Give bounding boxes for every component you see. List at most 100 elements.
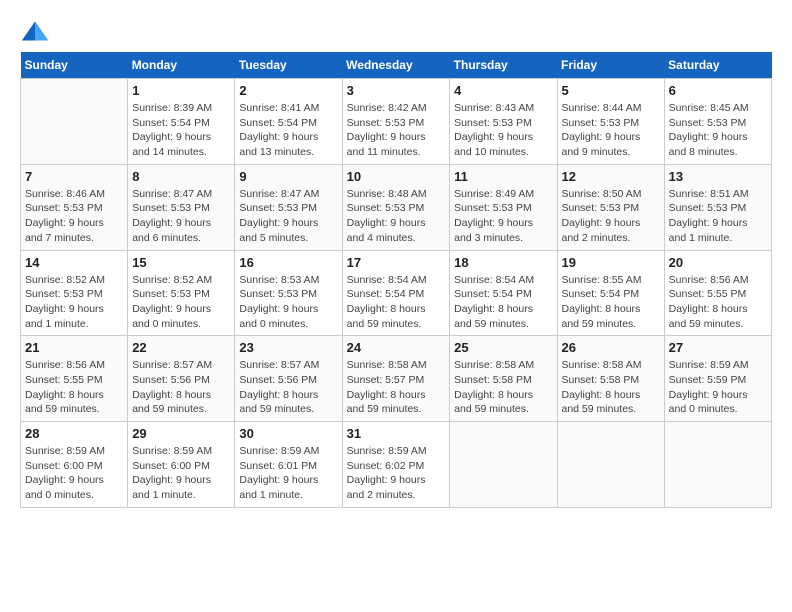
calendar-body: 1Sunrise: 8:39 AM Sunset: 5:54 PM Daylig… <box>21 79 772 508</box>
calendar-cell: 2 Sunrise: 8:41 AM Sunset: 5:54 PM Daylig… <box>235 79 342 165</box>
calendar-cell: 1Sunrise: 8:39 AM Sunset: 5:54 PM Daylig… <box>128 79 235 165</box>
calendar-cell: 18 Sunrise: 8:54 AM Sunset: 5:54 PM Dayli… <box>450 250 557 336</box>
day-info: Sunrise: 8:58 AM Sunset: 5:58 PM Dayligh… <box>454 358 552 417</box>
day-number: 19 <box>562 255 660 270</box>
day-number: 29 <box>132 426 230 441</box>
logo-icon <box>20 20 50 42</box>
calendar-cell: 16Sunrise: 8:53 AM Sunset: 5:53 PM Dayli… <box>235 250 342 336</box>
day-number: 15 <box>132 255 230 270</box>
calendar-cell: 24Sunrise: 8:58 AM Sunset: 5:57 PM Dayli… <box>342 336 450 422</box>
day-number: 4 <box>454 83 552 98</box>
calendar-table: SundayMondayTuesdayWednesdayThursdayFrid… <box>20 52 772 508</box>
day-number: 20 <box>669 255 767 270</box>
calendar-cell <box>450 422 557 508</box>
calendar-cell: 23 Sunrise: 8:57 AM Sunset: 5:56 PM Dayli… <box>235 336 342 422</box>
day-info: Sunrise: 8:55 AM Sunset: 5:54 PM Dayligh… <box>562 273 660 332</box>
calendar-week-row: 14 Sunrise: 8:52 AM Sunset: 5:53 PM Dayli… <box>21 250 772 336</box>
day-of-week-header: Monday <box>128 52 235 79</box>
logo <box>20 20 54 42</box>
day-info: Sunrise: 8:44 AM Sunset: 5:53 PM Dayligh… <box>562 101 660 160</box>
calendar-cell: 17 Sunrise: 8:54 AM Sunset: 5:54 PM Dayli… <box>342 250 450 336</box>
day-number: 30 <box>239 426 337 441</box>
calendar-cell: 10 Sunrise: 8:48 AM Sunset: 5:53 PM Dayli… <box>342 164 450 250</box>
calendar-cell: 21 Sunrise: 8:56 AM Sunset: 5:55 PM Dayli… <box>21 336 128 422</box>
day-number: 14 <box>25 255 123 270</box>
day-number: 11 <box>454 169 552 184</box>
calendar-cell: 11 Sunrise: 8:49 AM Sunset: 5:53 PM Dayli… <box>450 164 557 250</box>
day-info: Sunrise: 8:42 AM Sunset: 5:53 PM Dayligh… <box>347 101 446 160</box>
day-number: 6 <box>669 83 767 98</box>
day-number: 27 <box>669 340 767 355</box>
calendar-cell: 20 Sunrise: 8:56 AM Sunset: 5:55 PM Dayli… <box>664 250 771 336</box>
day-of-week-header: Wednesday <box>342 52 450 79</box>
page-header <box>20 20 772 42</box>
day-of-week-header: Thursday <box>450 52 557 79</box>
calendar-week-row: 1Sunrise: 8:39 AM Sunset: 5:54 PM Daylig… <box>21 79 772 165</box>
day-info: Sunrise: 8:48 AM Sunset: 5:53 PM Dayligh… <box>347 187 446 246</box>
calendar-week-row: 7 Sunrise: 8:46 AM Sunset: 5:53 PM Daylig… <box>21 164 772 250</box>
calendar-cell <box>664 422 771 508</box>
day-of-week-header: Friday <box>557 52 664 79</box>
day-number: 8 <box>132 169 230 184</box>
calendar-cell <box>21 79 128 165</box>
calendar-cell: 5 Sunrise: 8:44 AM Sunset: 5:53 PM Daylig… <box>557 79 664 165</box>
day-info: Sunrise: 8:57 AM Sunset: 5:56 PM Dayligh… <box>239 358 337 417</box>
day-number: 25 <box>454 340 552 355</box>
day-number: 2 <box>239 83 337 98</box>
day-number: 1 <box>132 83 230 98</box>
calendar-cell: 3 Sunrise: 8:42 AM Sunset: 5:53 PM Daylig… <box>342 79 450 165</box>
day-info: Sunrise: 8:52 AM Sunset: 5:53 PM Dayligh… <box>132 273 230 332</box>
day-info: Sunrise: 8:59 AM Sunset: 6:00 PM Dayligh… <box>25 444 123 503</box>
day-info: Sunrise: 8:41 AM Sunset: 5:54 PM Dayligh… <box>239 101 337 160</box>
calendar-cell: 14 Sunrise: 8:52 AM Sunset: 5:53 PM Dayli… <box>21 250 128 336</box>
day-number: 12 <box>562 169 660 184</box>
calendar-cell: 29 Sunrise: 8:59 AM Sunset: 6:00 PM Dayli… <box>128 422 235 508</box>
day-number: 13 <box>669 169 767 184</box>
day-info: Sunrise: 8:43 AM Sunset: 5:53 PM Dayligh… <box>454 101 552 160</box>
calendar-cell: 26Sunrise: 8:58 AM Sunset: 5:58 PM Dayli… <box>557 336 664 422</box>
calendar-cell: 4 Sunrise: 8:43 AM Sunset: 5:53 PM Daylig… <box>450 79 557 165</box>
day-info: Sunrise: 8:54 AM Sunset: 5:54 PM Dayligh… <box>347 273 446 332</box>
day-number: 17 <box>347 255 446 270</box>
day-number: 21 <box>25 340 123 355</box>
day-of-week-header: Saturday <box>664 52 771 79</box>
day-number: 18 <box>454 255 552 270</box>
day-info: Sunrise: 8:59 AM Sunset: 6:01 PM Dayligh… <box>239 444 337 503</box>
calendar-cell: 7 Sunrise: 8:46 AM Sunset: 5:53 PM Daylig… <box>21 164 128 250</box>
day-info: Sunrise: 8:56 AM Sunset: 5:55 PM Dayligh… <box>25 358 123 417</box>
day-of-week-header: Tuesday <box>235 52 342 79</box>
day-info: Sunrise: 8:54 AM Sunset: 5:54 PM Dayligh… <box>454 273 552 332</box>
day-number: 16 <box>239 255 337 270</box>
calendar-cell <box>557 422 664 508</box>
day-info: Sunrise: 8:58 AM Sunset: 5:57 PM Dayligh… <box>347 358 446 417</box>
day-number: 28 <box>25 426 123 441</box>
calendar-cell: 6 Sunrise: 8:45 AM Sunset: 5:53 PM Daylig… <box>664 79 771 165</box>
calendar-cell: 22 Sunrise: 8:57 AM Sunset: 5:56 PM Dayli… <box>128 336 235 422</box>
day-number: 7 <box>25 169 123 184</box>
day-info: Sunrise: 8:47 AM Sunset: 5:53 PM Dayligh… <box>132 187 230 246</box>
calendar-cell: 9Sunrise: 8:47 AM Sunset: 5:53 PM Daylig… <box>235 164 342 250</box>
day-info: Sunrise: 8:58 AM Sunset: 5:58 PM Dayligh… <box>562 358 660 417</box>
day-info: Sunrise: 8:56 AM Sunset: 5:55 PM Dayligh… <box>669 273 767 332</box>
day-info: Sunrise: 8:46 AM Sunset: 5:53 PM Dayligh… <box>25 187 123 246</box>
day-of-week-header: Sunday <box>21 52 128 79</box>
day-number: 9 <box>239 169 337 184</box>
day-number: 22 <box>132 340 230 355</box>
calendar-cell: 15 Sunrise: 8:52 AM Sunset: 5:53 PM Dayli… <box>128 250 235 336</box>
day-info: Sunrise: 8:57 AM Sunset: 5:56 PM Dayligh… <box>132 358 230 417</box>
day-info: Sunrise: 8:59 AM Sunset: 6:00 PM Dayligh… <box>132 444 230 503</box>
calendar-header: SundayMondayTuesdayWednesdayThursdayFrid… <box>21 52 772 79</box>
calendar-cell: 31Sunrise: 8:59 AM Sunset: 6:02 PM Dayli… <box>342 422 450 508</box>
day-number: 5 <box>562 83 660 98</box>
day-info: Sunrise: 8:52 AM Sunset: 5:53 PM Dayligh… <box>25 273 123 332</box>
day-number: 10 <box>347 169 446 184</box>
calendar-week-row: 28 Sunrise: 8:59 AM Sunset: 6:00 PM Dayli… <box>21 422 772 508</box>
calendar-cell: 25 Sunrise: 8:58 AM Sunset: 5:58 PM Dayli… <box>450 336 557 422</box>
day-info: Sunrise: 8:51 AM Sunset: 5:53 PM Dayligh… <box>669 187 767 246</box>
day-number: 31 <box>347 426 446 441</box>
day-info: Sunrise: 8:45 AM Sunset: 5:53 PM Dayligh… <box>669 101 767 160</box>
day-info: Sunrise: 8:49 AM Sunset: 5:53 PM Dayligh… <box>454 187 552 246</box>
day-number: 3 <box>347 83 446 98</box>
day-number: 23 <box>239 340 337 355</box>
calendar-cell: 13 Sunrise: 8:51 AM Sunset: 5:53 PM Dayli… <box>664 164 771 250</box>
